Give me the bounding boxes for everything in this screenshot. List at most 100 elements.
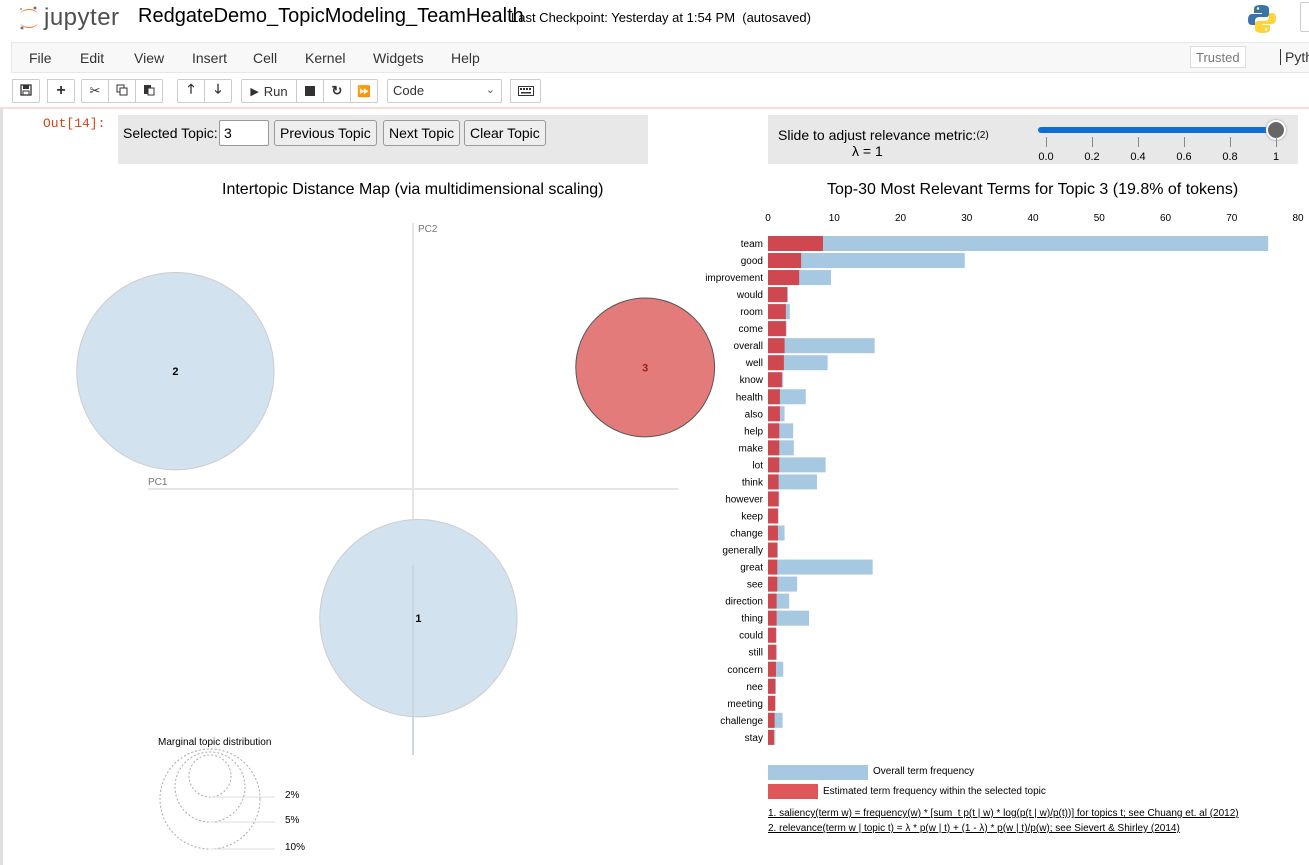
menu-kernel[interactable]: Kernel bbox=[305, 50, 345, 66]
topic-frequency-bar[interactable] bbox=[768, 627, 776, 643]
term-label[interactable]: make bbox=[739, 443, 764, 454]
topic-frequency-bar[interactable] bbox=[768, 321, 786, 337]
save-button[interactable] bbox=[12, 79, 40, 103]
term-label[interactable]: help bbox=[744, 426, 763, 437]
topic-frequency-bar[interactable] bbox=[768, 253, 802, 269]
term-label[interactable]: improvement bbox=[705, 273, 763, 284]
topic-frequency-bar[interactable] bbox=[768, 525, 778, 541]
relevance-footnote-link[interactable]: 2. relevance(term w | topic t) = λ * p(w… bbox=[768, 823, 1180, 834]
copy-button[interactable] bbox=[108, 79, 136, 103]
term-label[interactable]: could bbox=[739, 631, 763, 642]
term-label[interactable]: direction bbox=[725, 597, 763, 608]
topic-frequency-bar[interactable] bbox=[768, 406, 780, 422]
overall-frequency-bar[interactable] bbox=[768, 236, 1269, 251]
jupyter-logo[interactable]: jupyter bbox=[18, 4, 120, 32]
overall-frequency-bar[interactable] bbox=[768, 559, 873, 575]
topic-frequency-bar[interactable] bbox=[768, 644, 776, 660]
term-label[interactable]: would bbox=[736, 290, 763, 301]
restart-button[interactable]: ↻ bbox=[323, 79, 351, 103]
topic-frequency-bar[interactable] bbox=[768, 508, 778, 524]
logout-button[interactable] bbox=[1300, 2, 1309, 32]
menu-view[interactable]: View bbox=[134, 50, 164, 66]
run-label: Run bbox=[263, 83, 288, 99]
topic-frequency-bar[interactable] bbox=[768, 474, 779, 490]
menu-insert[interactable]: Insert bbox=[192, 50, 227, 66]
kernel-indicator[interactable]: Pyth bbox=[1280, 49, 1309, 65]
cut-button[interactable]: ✂ bbox=[81, 79, 109, 103]
chevron-down-icon: ⌄ bbox=[485, 84, 495, 96]
saliency-footnote-link[interactable]: 1. saliency(term w) = frequency(w) * [su… bbox=[768, 808, 1239, 819]
notebook-name[interactable]: RedgateDemo_TopicModeling_TeamHealth bbox=[138, 5, 524, 28]
term-label[interactable]: great bbox=[740, 563, 763, 574]
topic-frequency-bar[interactable] bbox=[768, 423, 780, 439]
move-up-button[interactable]: 🡑 bbox=[177, 79, 205, 103]
term-label[interactable]: team bbox=[741, 239, 763, 250]
term-label[interactable]: come bbox=[739, 324, 764, 335]
relevance-slider-panel: Slide to adjust relevance metric:(2) λ =… bbox=[768, 115, 1298, 164]
term-label[interactable]: thing bbox=[741, 614, 763, 625]
topic-frequency-bar[interactable] bbox=[768, 610, 777, 626]
term-label[interactable]: room bbox=[740, 307, 763, 318]
term-label[interactable]: know bbox=[740, 375, 764, 386]
term-label[interactable]: good bbox=[741, 256, 763, 267]
topic-frequency-bar[interactable] bbox=[768, 338, 785, 354]
run-button[interactable]: ▶ Run bbox=[241, 79, 297, 103]
topic-frequency-bar[interactable] bbox=[768, 661, 776, 677]
term-label[interactable]: change bbox=[730, 529, 763, 540]
interrupt-button[interactable] bbox=[296, 79, 324, 103]
topic-frequency-bar[interactable] bbox=[768, 559, 778, 575]
term-label[interactable]: health bbox=[736, 392, 763, 403]
term-label[interactable]: generally bbox=[722, 546, 763, 557]
menu-file[interactable]: File bbox=[29, 50, 52, 66]
topic-frequency-bar[interactable] bbox=[768, 355, 784, 371]
topic-frequency-bar[interactable] bbox=[768, 457, 780, 473]
topic-frequency-bar[interactable] bbox=[768, 729, 774, 745]
topic-frequency-bar[interactable] bbox=[768, 270, 800, 286]
previous-topic-button[interactable]: Previous Topic bbox=[274, 120, 377, 146]
term-label[interactable]: concern bbox=[727, 665, 763, 676]
menu-widgets[interactable]: Widgets bbox=[373, 50, 424, 66]
clear-topic-button[interactable]: Clear Topic bbox=[464, 120, 546, 146]
term-label[interactable]: challenge bbox=[720, 716, 763, 727]
topic-frequency-bar[interactable] bbox=[768, 576, 778, 592]
menu-help[interactable]: Help bbox=[451, 50, 480, 66]
term-label[interactable]: also bbox=[745, 409, 764, 420]
restart-run-all-button[interactable]: ⏩ bbox=[350, 79, 378, 103]
term-label[interactable]: meeting bbox=[727, 699, 763, 710]
trusted-indicator[interactable]: Trusted bbox=[1190, 46, 1246, 68]
topic-frequency-bar[interactable] bbox=[768, 712, 775, 728]
topic-frequency-bar[interactable] bbox=[768, 236, 823, 251]
term-label[interactable]: keep bbox=[741, 511, 763, 522]
relevance-slider-track[interactable] bbox=[1038, 127, 1278, 133]
term-label[interactable]: think bbox=[742, 477, 764, 488]
menu-edit[interactable]: Edit bbox=[80, 50, 104, 66]
move-down-button[interactable]: 🡓 bbox=[204, 79, 232, 103]
term-label[interactable]: see bbox=[747, 580, 764, 591]
term-label[interactable]: well bbox=[745, 358, 763, 369]
topic-frequency-bar[interactable] bbox=[768, 372, 782, 388]
x-tick-label: 20 bbox=[895, 213, 907, 224]
topic-frequency-bar[interactable] bbox=[768, 542, 778, 558]
term-label[interactable]: nee bbox=[746, 682, 763, 693]
command-palette-button[interactable] bbox=[510, 79, 541, 103]
topic-frequency-bar[interactable] bbox=[768, 440, 780, 456]
cell-type-select[interactable]: Code ⌄ bbox=[387, 79, 502, 103]
jupyter-logo-icon bbox=[20, 6, 38, 30]
term-label[interactable]: stay bbox=[745, 733, 763, 744]
term-label[interactable]: however bbox=[725, 494, 763, 505]
topic-frequency-bar[interactable] bbox=[768, 389, 780, 405]
topic-frequency-bar[interactable] bbox=[768, 491, 779, 507]
next-topic-button[interactable]: Next Topic bbox=[383, 120, 461, 146]
paste-button[interactable] bbox=[135, 79, 163, 103]
topic-frequency-bar[interactable] bbox=[768, 304, 786, 320]
term-label[interactable]: still bbox=[749, 648, 763, 659]
topic-frequency-bar[interactable] bbox=[768, 593, 777, 609]
term-label[interactable]: lot bbox=[752, 460, 763, 471]
topic-frequency-bar[interactable] bbox=[768, 287, 788, 303]
selected-topic-input[interactable] bbox=[219, 120, 269, 146]
menu-cell[interactable]: Cell bbox=[253, 50, 277, 66]
term-label[interactable]: overall bbox=[734, 341, 763, 352]
topic-frequency-bar[interactable] bbox=[768, 695, 776, 711]
topic-frequency-bar[interactable] bbox=[768, 678, 776, 694]
insert-cell-button[interactable]: + bbox=[47, 79, 75, 103]
